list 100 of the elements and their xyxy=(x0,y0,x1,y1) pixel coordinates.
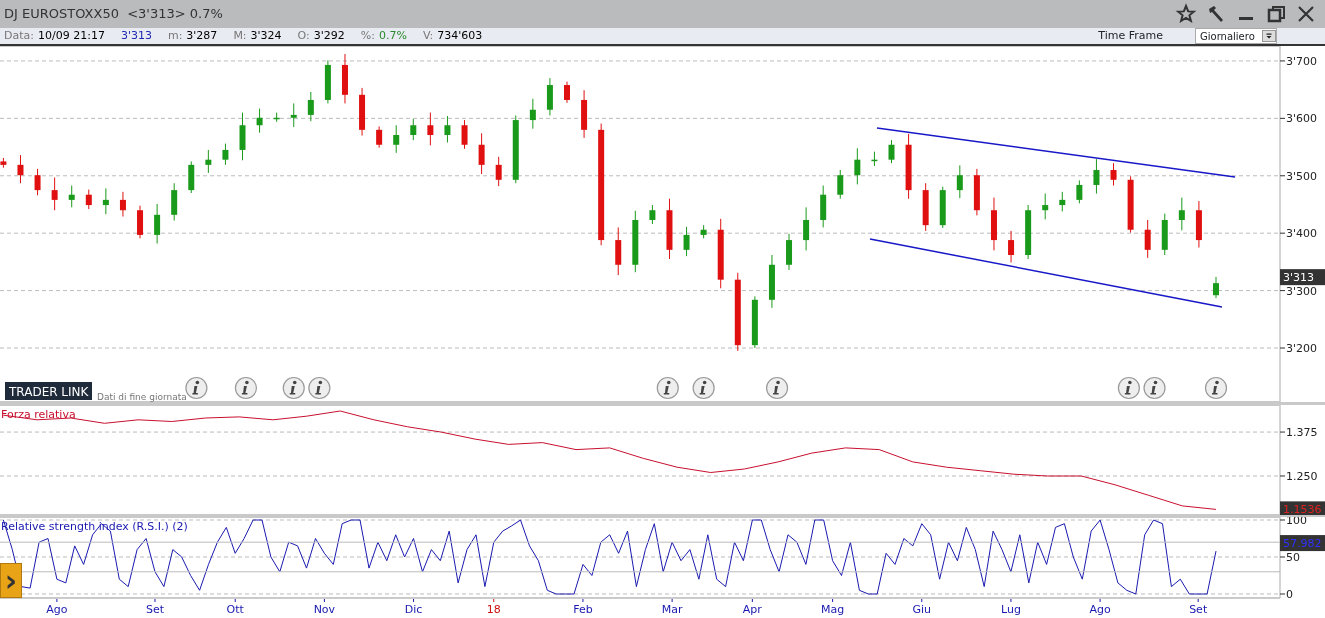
info-icon[interactable] xyxy=(234,376,258,400)
time-frame-label: Time Frame xyxy=(1098,27,1163,44)
candlestick xyxy=(324,59,331,104)
restore-icon[interactable] xyxy=(1265,3,1287,25)
candlestick xyxy=(768,254,775,309)
candlestick xyxy=(256,108,263,134)
field-label: Data: xyxy=(4,27,34,44)
field-label: m: xyxy=(167,27,183,44)
candlestick xyxy=(205,149,212,174)
candlestick xyxy=(666,198,673,260)
value-tag: 57.982 xyxy=(1280,535,1325,552)
candlestick xyxy=(973,168,980,216)
field-value: 10/09 21:17 xyxy=(38,27,105,44)
candlestick xyxy=(700,224,707,239)
candlestick xyxy=(444,115,451,143)
candlestick xyxy=(478,132,485,175)
candlestick xyxy=(512,115,519,184)
candlestick xyxy=(461,119,468,150)
candlestick xyxy=(786,233,793,271)
axis-label: Ott xyxy=(226,603,244,616)
field-value: 3'287 xyxy=(186,27,218,44)
candlestick xyxy=(171,182,178,222)
field-value: 3'324 xyxy=(250,27,282,44)
info-icon[interactable] xyxy=(282,376,305,400)
value-tag: 3'313 xyxy=(1280,269,1325,286)
field-label: O: xyxy=(297,27,310,44)
info-icon[interactable] xyxy=(308,376,331,400)
time-frame-dropdown[interactable]: Giornaliero xyxy=(1195,28,1277,44)
candlestick xyxy=(188,160,195,194)
candlestick xyxy=(564,81,570,104)
info-icon[interactable] xyxy=(1143,376,1166,400)
candlestick xyxy=(495,156,502,187)
field-label: %: xyxy=(360,27,375,44)
info-icon[interactable] xyxy=(1117,376,1140,400)
candlestick xyxy=(1213,276,1219,299)
candlestick xyxy=(1059,191,1066,212)
candlestick xyxy=(905,133,912,200)
axis-label: Dic xyxy=(404,603,423,616)
candlestick xyxy=(410,118,417,141)
candlestick xyxy=(1042,193,1049,220)
candlestick xyxy=(359,87,366,137)
candlestick xyxy=(119,191,126,218)
candlestick xyxy=(1127,175,1134,234)
candlestick xyxy=(393,124,400,154)
candlestick xyxy=(888,139,895,164)
axis-label: Nov xyxy=(313,603,336,616)
axis-label: 3'200 xyxy=(1286,342,1318,356)
candlestick xyxy=(837,169,844,200)
axis-label: 3'600 xyxy=(1286,112,1318,126)
data-source-note: Dati di fine giornata xyxy=(97,392,187,402)
axis-label: Lug xyxy=(1001,603,1021,616)
candlestick xyxy=(1144,219,1151,259)
axis-label: 18 xyxy=(486,603,501,616)
axis-label: Feb xyxy=(573,603,593,616)
value-tag: 1.1536 xyxy=(1280,501,1325,515)
candlestick xyxy=(102,187,109,215)
candlestick xyxy=(51,177,58,211)
info-icon[interactable] xyxy=(765,376,789,400)
axis-label: 50 xyxy=(1286,551,1300,564)
axis-label: Set xyxy=(1189,603,1208,616)
info-icon[interactable] xyxy=(185,376,208,400)
info-icon[interactable] xyxy=(692,376,715,400)
axis-label: 3'400 xyxy=(1286,227,1318,241)
axis-label: 3'500 xyxy=(1286,169,1318,183)
candlestick xyxy=(307,91,314,122)
axis-label: Ago xyxy=(46,603,68,616)
candlestick xyxy=(751,295,758,349)
candlestick xyxy=(1195,200,1202,249)
candlestick xyxy=(34,168,41,196)
candlestick xyxy=(137,205,144,239)
field-label: V: xyxy=(422,27,434,44)
field-label: M: xyxy=(233,27,247,44)
candlestick xyxy=(273,112,280,123)
candlestick xyxy=(632,210,639,273)
candlestick xyxy=(222,143,229,166)
axis-label: Set xyxy=(145,603,164,616)
candlestick xyxy=(239,112,246,161)
info-icon[interactable] xyxy=(656,376,679,400)
candlestick xyxy=(1110,162,1117,187)
field-value: 734'603 xyxy=(437,27,483,44)
candlestick xyxy=(68,185,75,208)
axis-label: 0 xyxy=(1286,588,1293,601)
candlestick xyxy=(1008,230,1015,263)
candlestick xyxy=(922,182,929,232)
expand-button[interactable]: › xyxy=(0,563,22,598)
field-value: 0.7% xyxy=(379,27,407,44)
candlestick xyxy=(529,98,536,130)
axis-label: 1.250 xyxy=(1286,470,1318,483)
candlestick xyxy=(427,112,434,146)
favorite-star-icon[interactable] xyxy=(1175,3,1197,25)
candlestick xyxy=(1093,158,1100,195)
candlestick xyxy=(871,151,878,167)
candlestick xyxy=(581,89,588,139)
info-icon[interactable] xyxy=(1204,376,1228,400)
window-title: DJ EUROSTOXX50 <3'313> 0.7% xyxy=(3,5,224,24)
candlestick xyxy=(1178,197,1185,231)
candlestick xyxy=(546,77,553,116)
axis-label: Ago xyxy=(1089,603,1111,616)
candlestick xyxy=(290,102,297,128)
candlestick xyxy=(0,157,7,169)
